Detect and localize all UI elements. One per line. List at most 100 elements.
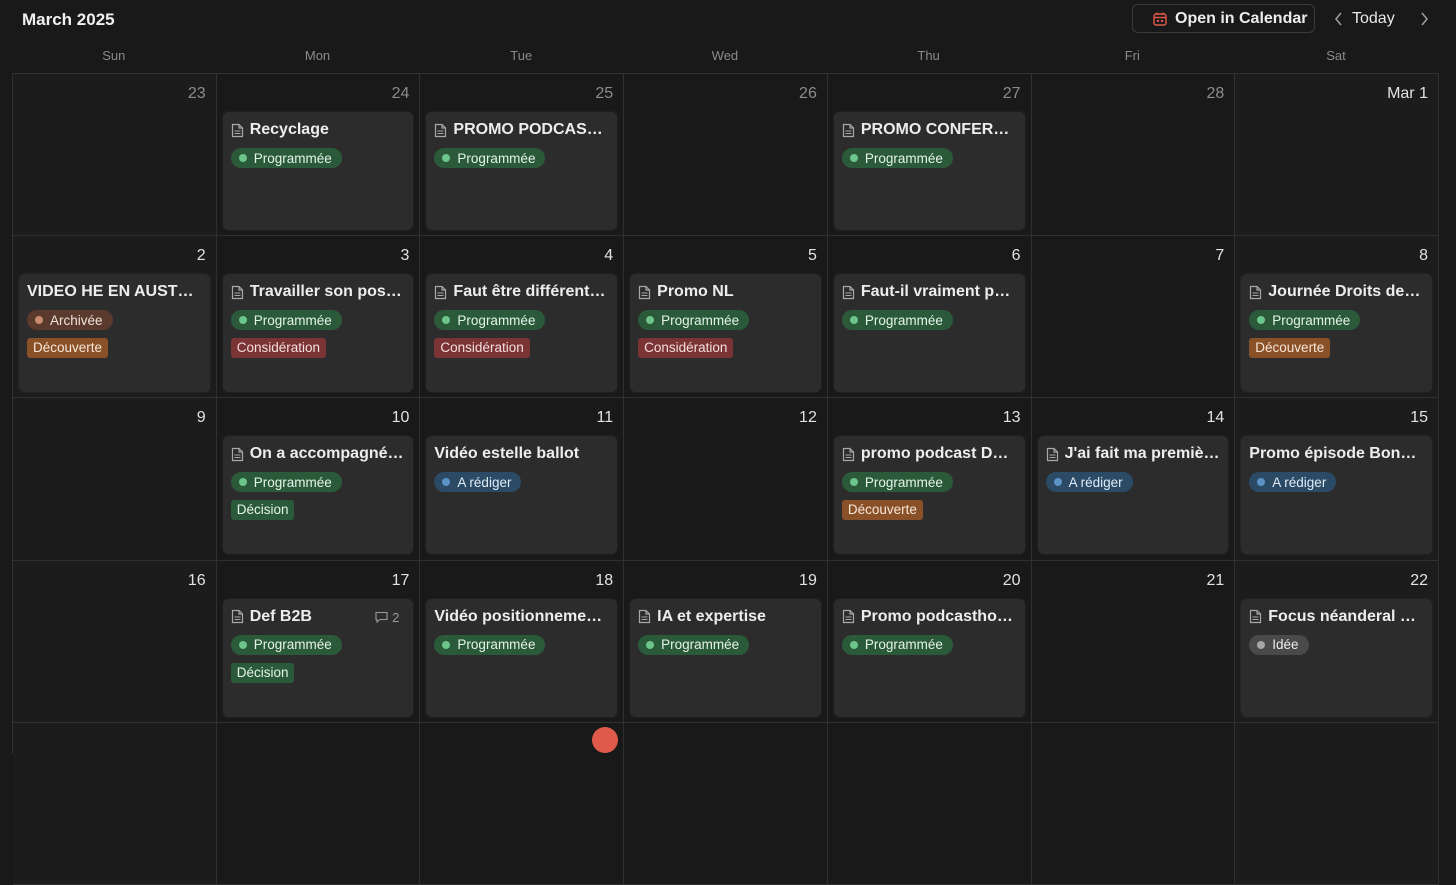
- event-card[interactable]: Focus néanderal vs … Idée: [1241, 598, 1432, 717]
- funnel-tag: Décision: [230, 662, 295, 683]
- status-label: Programmée: [864, 312, 943, 328]
- day-cell[interactable]: 4 Faut être différent"… Programmée Considér…: [420, 236, 625, 399]
- open-in-calendar-button[interactable]: Open in Calendar: [1132, 4, 1315, 33]
- event-title-row: Journée Droits des …: [1249, 282, 1424, 302]
- page-icon: [842, 447, 855, 462]
- event-card[interactable]: VIDEO HE EN AUSTRA… Archivée Découverte: [19, 274, 210, 393]
- event-card[interactable]: On a accompagné … Programmée Décision: [222, 436, 414, 555]
- day-cell[interactable]: 27 PROMO CONFERE… Programmée: [827, 74, 1032, 237]
- day-number: 5: [807, 247, 817, 265]
- next-month-button[interactable]: [1414, 8, 1434, 30]
- page-icon: [231, 447, 244, 462]
- day-cell[interactable]: [1235, 722, 1439, 885]
- event-title-row: Vidéo estelle ballot: [434, 444, 609, 464]
- day-number: 16: [187, 571, 206, 589]
- day-cell[interactable]: 8 Journée Droits des … Programmée Découvert…: [1235, 236, 1439, 399]
- event-title: Focus néanderal vs …: [1268, 607, 1424, 625]
- day-cell[interactable]: [216, 722, 421, 885]
- day-cell[interactable]: 24 Recyclage Programmée: [216, 74, 421, 237]
- event-card[interactable]: Faut-il vraiment par… Programmée: [833, 274, 1025, 393]
- event-card[interactable]: PROMO PODCAST … Programmée: [426, 112, 618, 230]
- day-cell[interactable]: 16: [13, 560, 217, 723]
- event-card[interactable]: Promo NL Programmée Considération: [630, 274, 821, 393]
- previous-month-button[interactable]: [1329, 8, 1349, 30]
- page-icon: [231, 285, 244, 300]
- day-cell[interactable]: 20 Promo podcasthon… Programmée: [827, 560, 1032, 723]
- day-cell[interactable]: 21: [1031, 560, 1236, 723]
- event-card[interactable]: J'ai fait ma premièr… A rédiger: [1037, 436, 1229, 555]
- day-cell[interactable]: 13 promo podcast Do… Programmée Découverte: [827, 398, 1032, 561]
- day-cell[interactable]: 12: [624, 398, 828, 561]
- day-cell[interactable]: [827, 722, 1032, 885]
- event-title-row: PROMO PODCAST …: [434, 120, 609, 140]
- day-number: 23: [187, 85, 206, 102]
- status-badge: Programmée: [230, 472, 342, 493]
- status-label: Idée: [1272, 637, 1299, 653]
- day-cell[interactable]: [624, 722, 828, 885]
- day-cell[interactable]: 19 IA et expertise Programmée: [624, 560, 828, 723]
- event-card[interactable]: Vidéo positionnement… Programmée: [426, 598, 618, 717]
- event-title-row: promo podcast Do…: [842, 444, 1017, 464]
- event-card[interactable]: Recyclage Programmée: [222, 112, 414, 230]
- event-card[interactable]: Promo podcasthon… Programmée: [833, 598, 1025, 717]
- event-title: Def B2B: [249, 607, 312, 625]
- funnel-tag: Découverte: [841, 500, 923, 521]
- day-cell[interactable]: 28: [1031, 74, 1236, 237]
- open-in-calendar-label: Open in Calendar: [1175, 9, 1308, 27]
- day-number: 13: [1002, 409, 1021, 427]
- day-cell[interactable]: 10 On a accompagné … Programmée Décision: [216, 398, 421, 561]
- status-label: Programmée: [864, 150, 943, 166]
- day-cell[interactable]: 3 Travailler son positi… Programmée Considé…: [216, 236, 421, 399]
- chevron-right-icon: [1421, 12, 1429, 26]
- status-label: Programmée: [864, 637, 943, 653]
- day-cell[interactable]: 14 J'ai fait ma premièr… A rédiger: [1031, 398, 1236, 561]
- day-number: 27: [1002, 85, 1021, 102]
- day-cell[interactable]: Mar 1: [1235, 74, 1439, 237]
- event-title-row: IA et expertise: [638, 607, 813, 627]
- event-card[interactable]: Travailler son positi… Programmée Considér…: [222, 274, 414, 393]
- day-number: 17: [391, 571, 410, 589]
- event-title-row: J'ai fait ma premièr…: [1046, 444, 1221, 464]
- day-cell[interactable]: [1031, 722, 1236, 885]
- day-cell[interactable]: 26: [624, 74, 828, 237]
- day-cell[interactable]: 11 Vidéo estelle ballot A rédiger: [420, 398, 625, 561]
- funnel-tag: Découverte: [1249, 338, 1331, 359]
- event-card[interactable]: Vidéo estelle ballot A rédiger: [426, 436, 618, 555]
- day-cell[interactable]: 25 PROMO PODCAST … Programmée: [420, 74, 625, 237]
- day-cell[interactable]: 17 Def B2B 2 Programmée Décision: [216, 560, 421, 723]
- event-card[interactable]: Def B2B 2 Programmée Décision: [222, 598, 414, 717]
- day-number: 9: [196, 409, 206, 427]
- event-title: Promo podcasthon…: [860, 607, 1017, 625]
- page-icon: [638, 609, 651, 624]
- event-card[interactable]: Promo épisode Bonne… A rédiger: [1241, 436, 1432, 555]
- event-card[interactable]: PROMO CONFERE… Programmée: [833, 112, 1025, 230]
- event-title: Faut être différent"…: [453, 283, 610, 301]
- day-cell[interactable]: 6 Faut-il vraiment par… Programmée: [827, 236, 1032, 399]
- page-icon: [231, 123, 244, 138]
- event-title: J'ai fait ma premièr…: [1064, 445, 1221, 463]
- day-cell[interactable]: 7: [1031, 236, 1236, 399]
- day-cell[interactable]: 2 VIDEO HE EN AUSTRA… Archivée Découverte: [13, 236, 217, 399]
- day-number: 15: [1410, 409, 1428, 427]
- day-number: 8: [1419, 247, 1428, 265]
- status-label: Programmée: [253, 474, 332, 490]
- day-cell[interactable]: 18 Vidéo positionnement… Programmée: [420, 560, 625, 723]
- day-cell[interactable]: 23: [13, 74, 217, 237]
- event-card[interactable]: Faut être différent"… Programmée Considéra…: [426, 274, 618, 393]
- status-badge: Programmée: [638, 310, 750, 331]
- day-cell[interactable]: 5 Promo NL Programmée Considération: [624, 236, 828, 399]
- event-card[interactable]: IA et expertise Programmée: [630, 598, 821, 717]
- day-cell[interactable]: [13, 722, 217, 885]
- event-title: IA et expertise: [657, 607, 766, 625]
- status-label: Programmée: [661, 637, 740, 653]
- today-button[interactable]: Today: [1352, 10, 1395, 28]
- event-card[interactable]: Journée Droits des … Programmée Découverte: [1241, 274, 1432, 393]
- page-icon: [1249, 285, 1262, 300]
- day-cell[interactable]: 15 Promo épisode Bonne… A rédiger: [1235, 398, 1439, 561]
- day-number: 24: [391, 85, 410, 102]
- event-card[interactable]: promo podcast Do… Programmée Découverte: [833, 436, 1025, 555]
- day-cell[interactable]: 9: [13, 398, 217, 561]
- day-cell[interactable]: 22 Focus néanderal vs … Idée: [1235, 560, 1439, 723]
- funnel-tag: Considération: [638, 338, 734, 359]
- funnel-tag: Considération: [230, 338, 327, 359]
